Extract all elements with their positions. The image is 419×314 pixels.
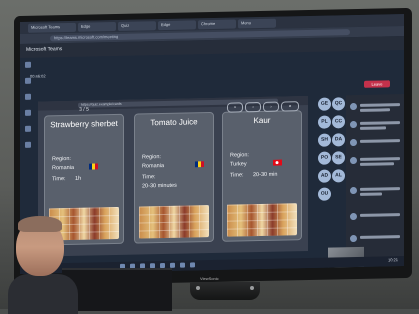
monitor-brand-logo: ViewSonic [200, 276, 219, 281]
time-value: 1h [75, 175, 82, 182]
time-label: Time: [142, 174, 156, 181]
chat-message [360, 187, 400, 191]
participant-avatar[interactable]: DA [332, 133, 345, 147]
chat-message [360, 126, 386, 130]
chat-avatar [350, 234, 357, 243]
chat-avatar [350, 156, 357, 165]
region-value: Romania [142, 163, 165, 170]
person-head [8, 214, 78, 314]
next-pill-icon[interactable]: › [263, 101, 279, 112]
participant-avatar[interactable]: SH [318, 133, 331, 147]
calendar-icon[interactable] [25, 109, 31, 116]
participant-avatar[interactable]: OU [318, 187, 331, 201]
participant-avatar[interactable]: PO [318, 151, 331, 165]
taskbar-clock: 10:21 [387, 257, 398, 263]
chat-message [360, 157, 400, 161]
chat-avatar [350, 212, 357, 221]
recipe-card[interactable]: Tomato Juice Region: Romania Time: 20-30… [134, 111, 214, 244]
region-value: Romania [52, 164, 75, 172]
shared-screen: https://quiz.example/cards 3 / 5 Strawbe… [38, 95, 308, 257]
food-image-grid [227, 203, 297, 237]
monitor-screen: Microsoft Teams Edge Quiz Edge Chrome Me… [20, 13, 404, 275]
chat-message [360, 121, 400, 125]
region-label: Region: [142, 154, 161, 161]
browser-tab[interactable]: Menu [238, 18, 276, 29]
chat-icon[interactable] [25, 77, 31, 84]
participant-avatar[interactable]: AD [318, 169, 331, 183]
participant-avatar[interactable]: SE [332, 151, 345, 165]
chat-panel [346, 93, 404, 266]
card-counter: 3 / 5 [79, 106, 89, 113]
person-hair [18, 216, 62, 232]
participant-list: GE QC PL CC SH DA PO SE AD AL OU [314, 97, 345, 248]
browser-tab[interactable]: Microsoft Teams [28, 22, 76, 33]
calls-icon[interactable] [25, 125, 31, 132]
chat-message [360, 235, 400, 239]
monitor-stand [190, 282, 260, 300]
chat-message [360, 103, 400, 107]
region-value: Turkey [230, 161, 247, 168]
card-title: Tomato Juice [150, 117, 198, 128]
chat-avatar [350, 186, 357, 195]
activity-icon[interactable] [25, 61, 31, 68]
chat-message [360, 108, 390, 112]
close-pill-icon[interactable]: × [227, 102, 243, 113]
chat-message [360, 162, 394, 166]
recipe-card[interactable]: × ‹ › ≡ Kaur Region: Turkey Time: 20-30 … [222, 101, 302, 242]
participant-avatar[interactable]: CC [332, 115, 345, 129]
browser-tab[interactable]: Edge [158, 20, 196, 31]
participant-avatar[interactable]: AL [332, 169, 345, 183]
romania-flag-icon [195, 154, 204, 168]
chat-avatar [350, 138, 357, 147]
stand-screw [250, 286, 254, 290]
stand-screw [196, 286, 200, 290]
chat-message [360, 213, 400, 217]
participant-avatar[interactable]: QC [332, 97, 345, 111]
files-icon[interactable] [25, 141, 31, 148]
menu-pill-icon[interactable]: ≡ [281, 101, 299, 112]
back-pill-icon[interactable]: ‹ [245, 101, 261, 113]
participant-avatar[interactable]: GE [318, 97, 331, 111]
chat-avatar [350, 120, 357, 129]
romania-flag-icon [89, 156, 98, 170]
time-value: 20-30 min [253, 171, 278, 179]
chat-message [360, 139, 400, 143]
participant-avatar[interactable]: PL [318, 115, 331, 129]
card-title: Kaur [253, 115, 271, 126]
powerpoint-icon[interactable] [190, 262, 195, 268]
leave-button[interactable]: Leave [364, 80, 390, 88]
food-image-grid [139, 205, 209, 239]
teams-icon[interactable] [25, 93, 31, 100]
card-title: Strawberry sherbet [50, 118, 118, 130]
word-icon[interactable] [180, 262, 185, 268]
time-label: Time: [52, 176, 66, 183]
person-shoulders [8, 274, 78, 314]
foreground-monitor [62, 268, 172, 311]
region-label: Region: [52, 155, 71, 163]
time-value: 20-30 minutes [142, 182, 177, 190]
chat-message [360, 192, 382, 196]
browser-tab[interactable]: Quiz [118, 21, 156, 31]
turkey-flag-icon [273, 153, 282, 166]
chat-avatar [350, 102, 357, 111]
browser-tab[interactable]: Edge [78, 22, 116, 32]
region-label: Region: [230, 152, 249, 159]
time-label: Time: [230, 172, 244, 179]
browser-tab[interactable]: Chrome [198, 19, 236, 30]
